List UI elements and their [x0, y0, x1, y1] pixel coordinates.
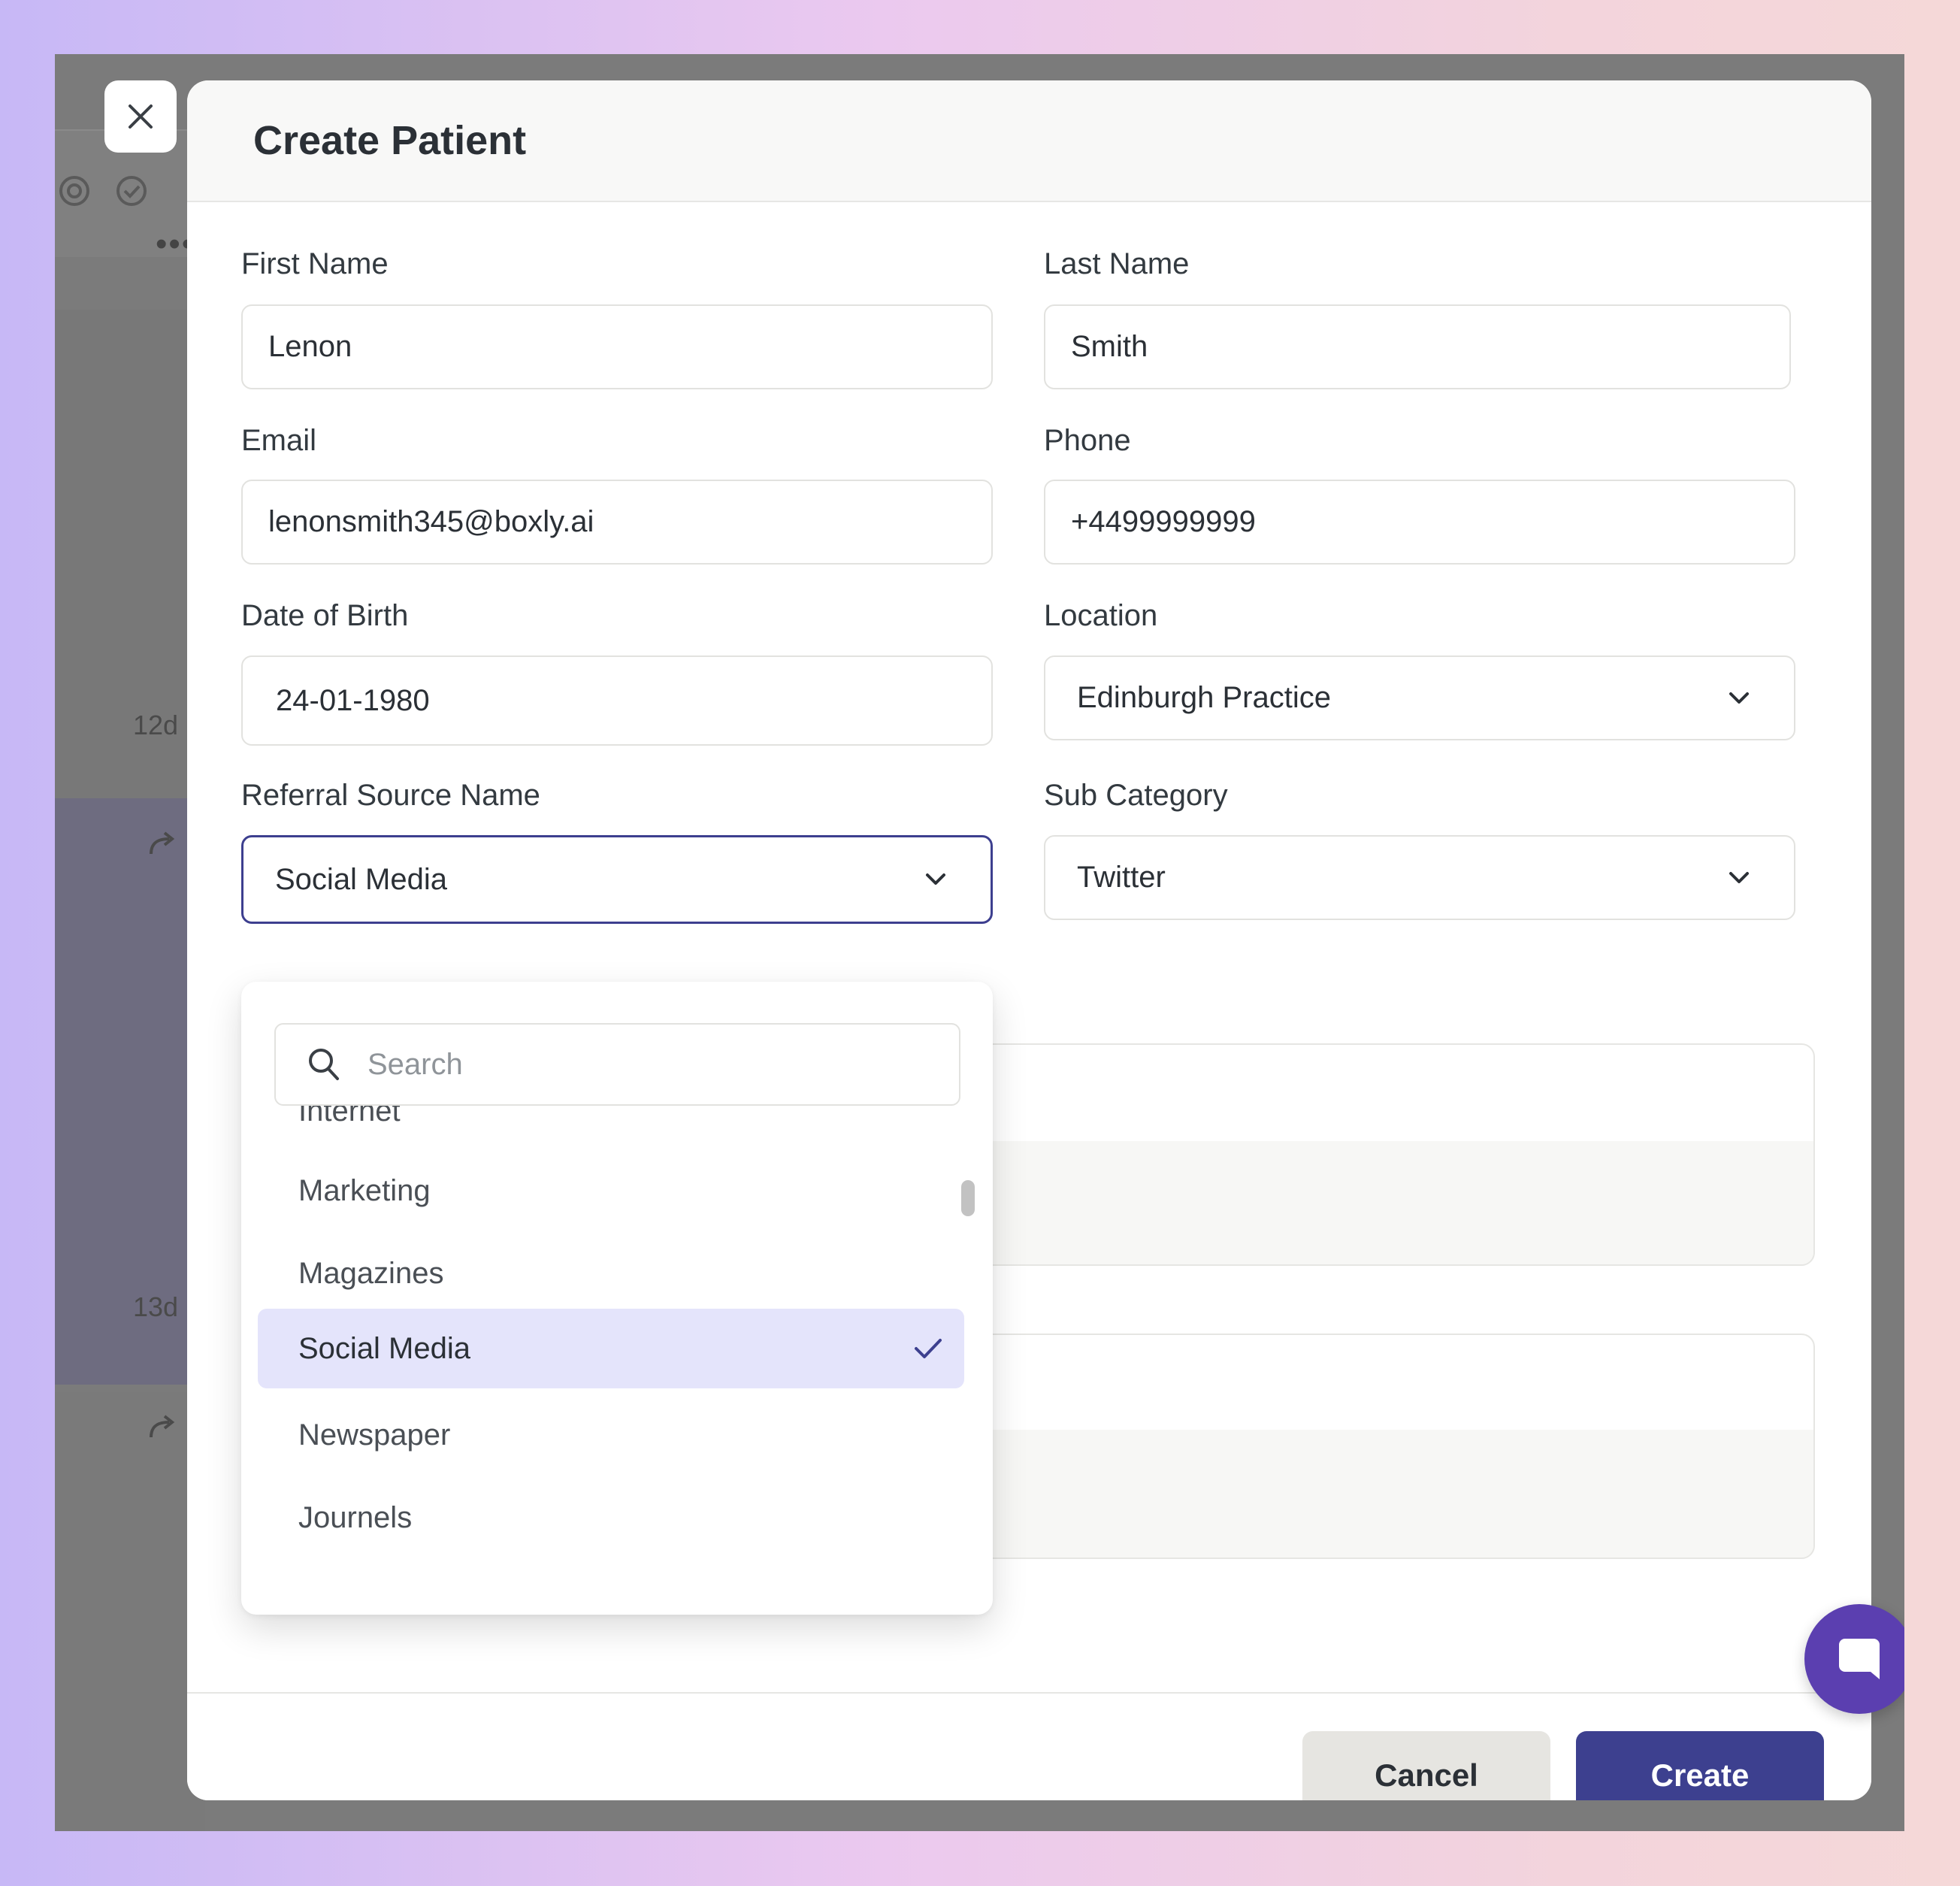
row-age: 13d [133, 1291, 179, 1322]
row-age: 12d [133, 710, 179, 740]
cancel-button[interactable]: Cancel [1302, 1731, 1550, 1800]
email-label: Email [241, 424, 317, 457]
location-label: Location [1044, 599, 1158, 632]
create-patient-modal: Create Patient First Name Lenon Last Nam… [187, 80, 1871, 1800]
first-name-label: First Name [241, 247, 389, 280]
close-icon [129, 104, 153, 129]
referral-source-label: Referral Source Name [241, 779, 540, 812]
forward-icon [147, 1412, 180, 1449]
target-icon [58, 174, 91, 215]
option-internet[interactable]: Internet [258, 1106, 964, 1151]
option-magazines[interactable]: Magazines [258, 1234, 964, 1313]
chat-button[interactable] [1804, 1604, 1904, 1714]
sub-category-value: Twitter [1077, 861, 1166, 894]
phone-input[interactable]: +4499999999 [1044, 480, 1795, 565]
chat-icon [1839, 1639, 1880, 1679]
option-social-media[interactable]: Social Media [258, 1309, 964, 1388]
hidden-section-2 [939, 1334, 1815, 1559]
chevron-down-icon [1728, 870, 1750, 885]
search-icon [309, 1049, 339, 1080]
check-icon [915, 1339, 942, 1358]
forward-icon [147, 828, 180, 866]
referral-source-dropdown: Internet Marketing Magazines Social Medi… [241, 982, 993, 1615]
close-modal-button[interactable] [104, 80, 177, 153]
create-button[interactable]: Create [1576, 1731, 1824, 1800]
dropdown-scrollbar[interactable] [961, 1180, 975, 1216]
option-newspaper[interactable]: Newspaper [258, 1395, 964, 1475]
referral-source-select[interactable]: Social Media [241, 835, 993, 924]
sub-category-select[interactable]: Twitter [1044, 835, 1795, 920]
last-name-input[interactable]: Smith [1044, 304, 1791, 389]
modal-header: Create Patient [187, 80, 1871, 202]
location-select[interactable]: Edinburgh Practice [1044, 655, 1795, 740]
sub-category-label: Sub Category [1044, 779, 1228, 812]
chevron-down-icon [924, 872, 947, 887]
chevron-down-icon [1728, 691, 1750, 706]
last-name-label: Last Name [1044, 247, 1190, 280]
location-value: Edinburgh Practice [1077, 681, 1331, 714]
referral-source-value: Social Media [275, 862, 448, 896]
first-name-input[interactable]: Lenon [241, 304, 993, 389]
modal-title: Create Patient [253, 118, 527, 163]
hidden-section-1 [939, 1043, 1815, 1266]
phone-label: Phone [1044, 424, 1131, 457]
option-marketing[interactable]: Marketing [258, 1151, 964, 1231]
dropdown-options-list: Internet Marketing Magazines Social Medi… [241, 1106, 978, 1587]
dob-value: 24-01-1980 [276, 683, 430, 717]
option-journels[interactable]: Journels [258, 1478, 964, 1558]
dob-label: Date of Birth [241, 599, 409, 632]
app-screen: ••• 12d 13d Create Patient First Name Le… [55, 54, 1904, 1831]
background-highlighted-row [55, 798, 205, 1385]
dob-input[interactable]: 24-01-1980 [241, 655, 993, 746]
dropdown-search [274, 1023, 960, 1106]
email-input[interactable]: lenonsmith345@boxly.ai [241, 480, 993, 565]
check-circle-icon [115, 174, 148, 215]
dropdown-search-input[interactable] [368, 1047, 894, 1082]
background-app: ••• 12d 13d [55, 54, 205, 1831]
